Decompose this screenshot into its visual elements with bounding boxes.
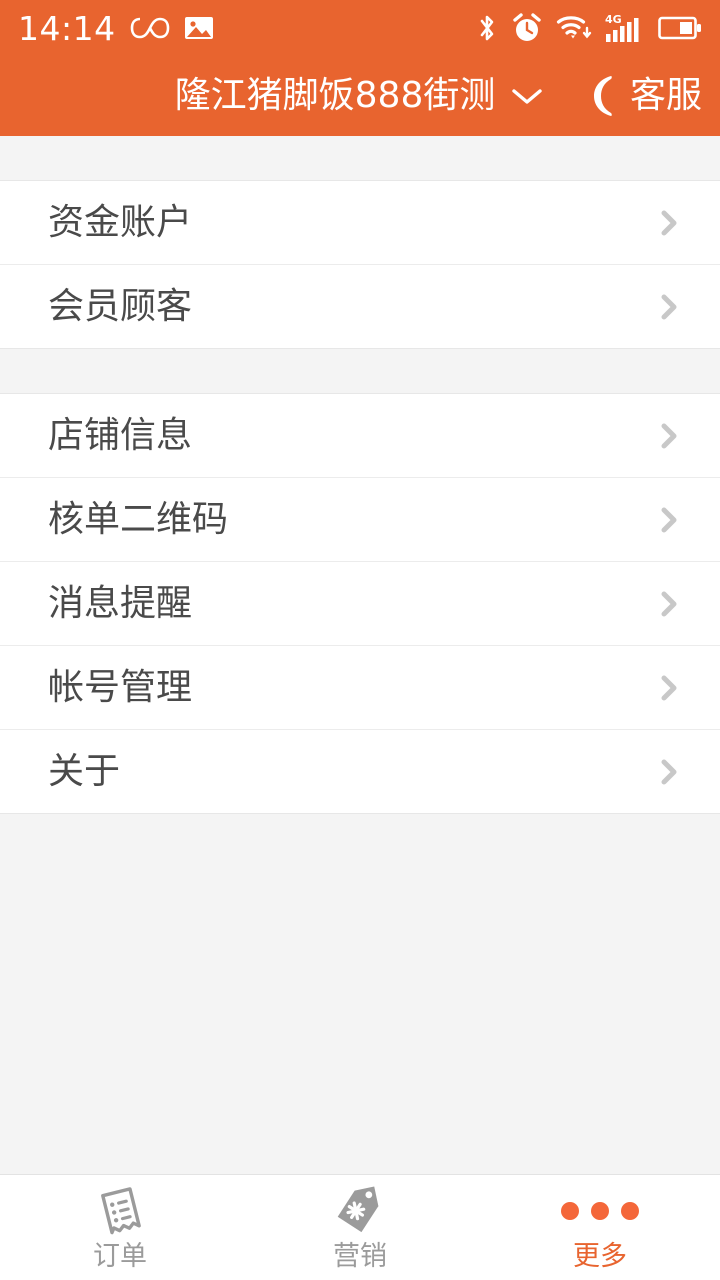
- chevron-down-icon: [512, 89, 543, 104]
- app-header: 隆江猪脚饭888街测 客服: [0, 56, 720, 136]
- tab-orders-label: 订单: [93, 1241, 147, 1272]
- tab-orders-icon-wrap: [93, 1185, 147, 1237]
- list-item-member-customers[interactable]: 会员顾客: [0, 265, 720, 349]
- battery-icon: [658, 16, 701, 40]
- list-group-spacer: [0, 349, 720, 394]
- settings-list: 资金账户 会员顾客 店铺信息 核单二维码 消息提醒 帐号管理 关于: [0, 136, 720, 1174]
- customer-service-label: 客服: [629, 75, 702, 116]
- wifi-icon: [556, 16, 592, 39]
- status-bar: 14:14 4G: [0, 0, 720, 56]
- more-dots-icon: [561, 1202, 639, 1220]
- list-item-label: 店铺信息: [48, 414, 193, 456]
- chevron-right-icon: [661, 294, 677, 319]
- list-item-label: 帐号管理: [48, 666, 193, 708]
- receipt-icon: [101, 1187, 141, 1235]
- dot: [561, 1202, 579, 1220]
- list-item-account-management[interactable]: 帐号管理: [0, 646, 720, 730]
- tab-marketing-label: 营销: [333, 1241, 387, 1272]
- alarm-clock-icon: [513, 13, 541, 41]
- tab-more-label: 更多: [573, 1241, 627, 1272]
- dot: [591, 1202, 609, 1220]
- list-item-store-info[interactable]: 店铺信息: [0, 394, 720, 478]
- app-screen: 14:14 4G 隆江猪脚饭888街测 客服 资金账户 会员顾客 店铺信息 核单…: [0, 0, 720, 1280]
- list-item-label: 核单二维码: [48, 498, 229, 540]
- tab-more[interactable]: 更多: [480, 1175, 720, 1280]
- tab-more-icon-wrap: [561, 1185, 639, 1237]
- svg-text:4G: 4G: [605, 13, 622, 26]
- status-bar-left: 14:14: [18, 12, 214, 45]
- phone-icon: [593, 76, 612, 116]
- chevron-right-icon: [661, 759, 677, 784]
- infinity-icon: [130, 17, 169, 39]
- list-item-label: 关于: [48, 750, 121, 792]
- tab-orders[interactable]: 订单: [0, 1175, 240, 1280]
- status-clock: 14:14: [18, 8, 116, 48]
- chevron-right-icon: [661, 210, 677, 235]
- price-tag-icon: [337, 1186, 379, 1233]
- list-item-funds-account[interactable]: 资金账户: [0, 181, 720, 265]
- list-item-label: 资金账户: [48, 201, 193, 243]
- chevron-right-icon: [661, 675, 677, 700]
- chevron-right-icon: [661, 423, 677, 448]
- chevron-right-icon: [661, 507, 677, 532]
- shop-selector[interactable]: 隆江猪脚饭888街测: [175, 78, 546, 114]
- image-icon: [184, 17, 213, 39]
- list-group-1: 资金账户 会员顾客: [0, 181, 720, 349]
- list-top-spacer: [0, 136, 720, 181]
- list-item-about[interactable]: 关于: [0, 730, 720, 814]
- list-item-label: 消息提醒: [48, 582, 193, 624]
- customer-service-button[interactable]: 客服: [590, 56, 702, 136]
- page-title: 隆江猪脚饭888街测: [174, 75, 496, 116]
- list-item-verify-qr-code[interactable]: 核单二维码: [0, 478, 720, 562]
- list-group-2: 店铺信息 核单二维码 消息提醒 帐号管理 关于: [0, 394, 720, 814]
- list-item-label: 会员顾客: [48, 285, 193, 327]
- chevron-right-icon: [661, 591, 677, 616]
- bluetooth-icon: [480, 15, 494, 41]
- tab-marketing-icon-wrap: [333, 1185, 387, 1237]
- list-item-message-alerts[interactable]: 消息提醒: [0, 562, 720, 646]
- bottom-tab-bar: 订单 营销 更多: [0, 1174, 720, 1280]
- dot: [621, 1202, 639, 1220]
- signal-4g-icon: 4G: [605, 13, 639, 42]
- tab-marketing[interactable]: 营销: [240, 1175, 480, 1280]
- status-bar-right: 4G: [476, 12, 702, 44]
